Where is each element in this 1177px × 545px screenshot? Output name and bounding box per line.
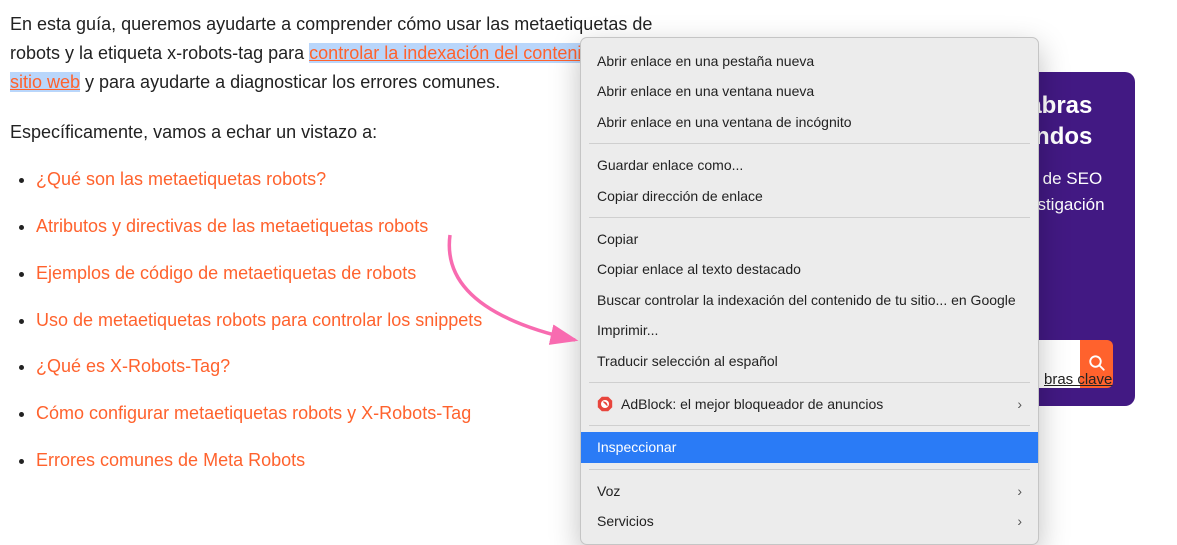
toc-link[interactable]: Errores comunes de Meta Robots xyxy=(36,450,305,470)
intro-suffix: y para ayudarte a diagnosticar los error… xyxy=(80,72,500,92)
chevron-right-icon: › xyxy=(1017,393,1022,415)
context-menu: Abrir enlace en una pestaña nueva Abrir e… xyxy=(580,37,1039,545)
context-menu-item-label: Inspeccionar xyxy=(597,436,676,458)
toc-link[interactable]: ¿Qué son las metaetiquetas robots? xyxy=(36,169,326,189)
toc-list: ¿Qué son las metaetiquetas robots? Atrib… xyxy=(10,165,660,475)
chevron-right-icon: › xyxy=(1017,510,1022,532)
context-menu-item[interactable]: Servicios › xyxy=(581,506,1038,536)
context-menu-item[interactable]: Copiar dirección de enlace xyxy=(581,181,1038,211)
context-menu-item-label: Copiar dirección de enlace xyxy=(597,185,763,207)
context-menu-separator xyxy=(589,425,1030,426)
context-menu-item[interactable]: Abrir enlace en una ventana nueva xyxy=(581,76,1038,106)
context-menu-item-label: Imprimir... xyxy=(597,319,658,341)
context-menu-item[interactable]: Traducir selección al español xyxy=(581,346,1038,376)
context-menu-separator xyxy=(589,217,1030,218)
context-menu-item[interactable]: Copiar enlace al texto destacado xyxy=(581,254,1038,284)
context-menu-item-label: Abrir enlace en una ventana de incógnito xyxy=(597,111,852,133)
list-item: ¿Qué es X-Robots-Tag? xyxy=(36,352,660,381)
context-menu-separator xyxy=(589,143,1030,144)
context-menu-item[interactable]: Abrir enlace en una ventana de incógnito xyxy=(581,107,1038,137)
intro-paragraph: En esta guía, queremos ayudarte a compre… xyxy=(10,10,660,96)
list-item: ¿Qué son las metaetiquetas robots? xyxy=(36,165,660,194)
context-menu-item-label: Servicios xyxy=(597,510,654,532)
context-menu-item[interactable]: Copiar xyxy=(581,224,1038,254)
context-menu-item[interactable]: AdBlock: el mejor bloqueador de anuncios… xyxy=(581,389,1038,419)
subheading: Específicamente, vamos a echar un vistaz… xyxy=(10,118,660,147)
context-menu-item[interactable]: Inspeccionar xyxy=(581,432,1038,462)
toc-link[interactable]: Uso de metaetiquetas robots para control… xyxy=(36,310,482,330)
toc-link[interactable]: Atributos y directivas de las metaetique… xyxy=(36,216,428,236)
toc-link[interactable]: Cómo configurar metaetiquetas robots y X… xyxy=(36,403,471,423)
context-menu-item-label: Guardar enlace como... xyxy=(597,154,743,176)
list-item: Atributos y directivas de las metaetique… xyxy=(36,212,660,241)
context-menu-item-label: Abrir enlace en una ventana nueva xyxy=(597,80,814,102)
context-menu-item-label: Buscar controlar la indexación del conte… xyxy=(597,289,1016,311)
context-menu-item-label: Traducir selección al español xyxy=(597,350,778,372)
context-menu-item[interactable]: Imprimir... xyxy=(581,315,1038,345)
sidebar-caption-link[interactable]: bras clave xyxy=(1044,368,1112,392)
context-menu-item-label: Copiar enlace al texto destacado xyxy=(597,258,801,280)
list-item: Uso de metaetiquetas robots para control… xyxy=(36,306,660,335)
chevron-right-icon: › xyxy=(1017,480,1022,502)
context-menu-item-label: Voz xyxy=(597,480,620,502)
context-menu-item[interactable]: Abrir enlace en una pestaña nueva xyxy=(581,46,1038,76)
context-menu-separator xyxy=(589,469,1030,470)
list-item: Ejemplos de código de metaetiquetas de r… xyxy=(36,259,660,288)
context-menu-item-label: AdBlock: el mejor bloqueador de anuncios xyxy=(621,393,883,415)
context-menu-item-label: Abrir enlace en una pestaña nueva xyxy=(597,50,814,72)
context-menu-item[interactable]: Buscar controlar la indexación del conte… xyxy=(581,285,1038,315)
list-item: Errores comunes de Meta Robots xyxy=(36,446,660,475)
context-menu-separator xyxy=(589,382,1030,383)
context-menu-item-label: Copiar xyxy=(597,228,638,250)
context-menu-item[interactable]: Guardar enlace como... xyxy=(581,150,1038,180)
toc-link[interactable]: ¿Qué es X-Robots-Tag? xyxy=(36,356,230,376)
toc-link[interactable]: Ejemplos de código de metaetiquetas de r… xyxy=(36,263,416,283)
adblock-icon xyxy=(597,396,613,412)
list-item: Cómo configurar metaetiquetas robots y X… xyxy=(36,399,660,428)
